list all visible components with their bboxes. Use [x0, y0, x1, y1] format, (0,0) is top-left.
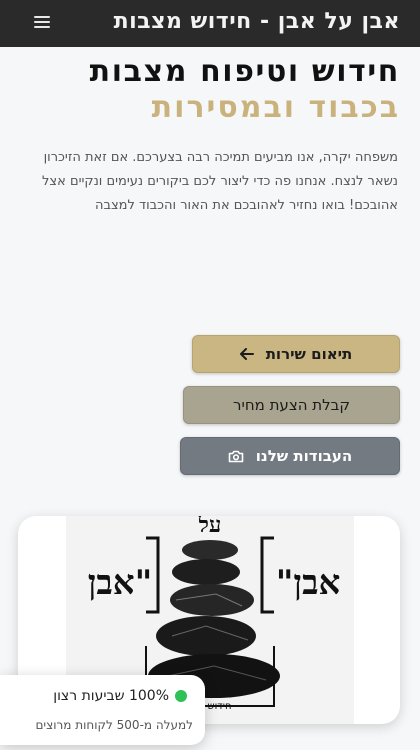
hero-title-line1: חידוש וטיפוח מצבות [89, 54, 400, 89]
arrow-left-icon [239, 348, 254, 360]
get-quote-button[interactable]: קבלת הצעת מחיר [183, 386, 400, 424]
camera-icon [228, 450, 244, 462]
satisfaction-subline: למעלה מ-500 לקוחות מרוצים [35, 718, 193, 732]
logo-left-text: אבן" [88, 563, 153, 603]
our-works-label: העבודות שלנו [255, 447, 353, 465]
top-nav-bar: אבן על אבן - חידוש מצבות [0, 0, 420, 47]
our-works-button[interactable]: העבודות שלנו [180, 437, 400, 475]
logo-top-text: על [198, 516, 222, 538]
status-dot-icon [175, 690, 187, 702]
hero-title-line2: בכבוד ובמסירות [151, 90, 400, 125]
satisfaction-headline: 100% שביעות רצון [53, 688, 169, 704]
site-brand[interactable]: אבן על אבן - חידוש מצבות [114, 9, 400, 34]
hero-title: חידוש וטיפוח מצבות בכבוד ובמסירות [90, 54, 400, 126]
logo-right-text: "אבן [276, 563, 341, 603]
hero-intro-text: משפחה יקרה, אנו מביעים תמיכה רבה בצערכם.… [42, 150, 398, 213]
get-quote-label: קבלת הצעת מחיר [233, 396, 350, 414]
hamburger-menu-icon[interactable] [34, 16, 50, 30]
schedule-service-label: תיאום שירות [265, 345, 353, 363]
satisfaction-badge: 100% שביעות רצון למעלה מ-500 לקוחות מרוצ… [0, 675, 205, 745]
schedule-service-button[interactable]: תיאום שירות [192, 335, 400, 373]
